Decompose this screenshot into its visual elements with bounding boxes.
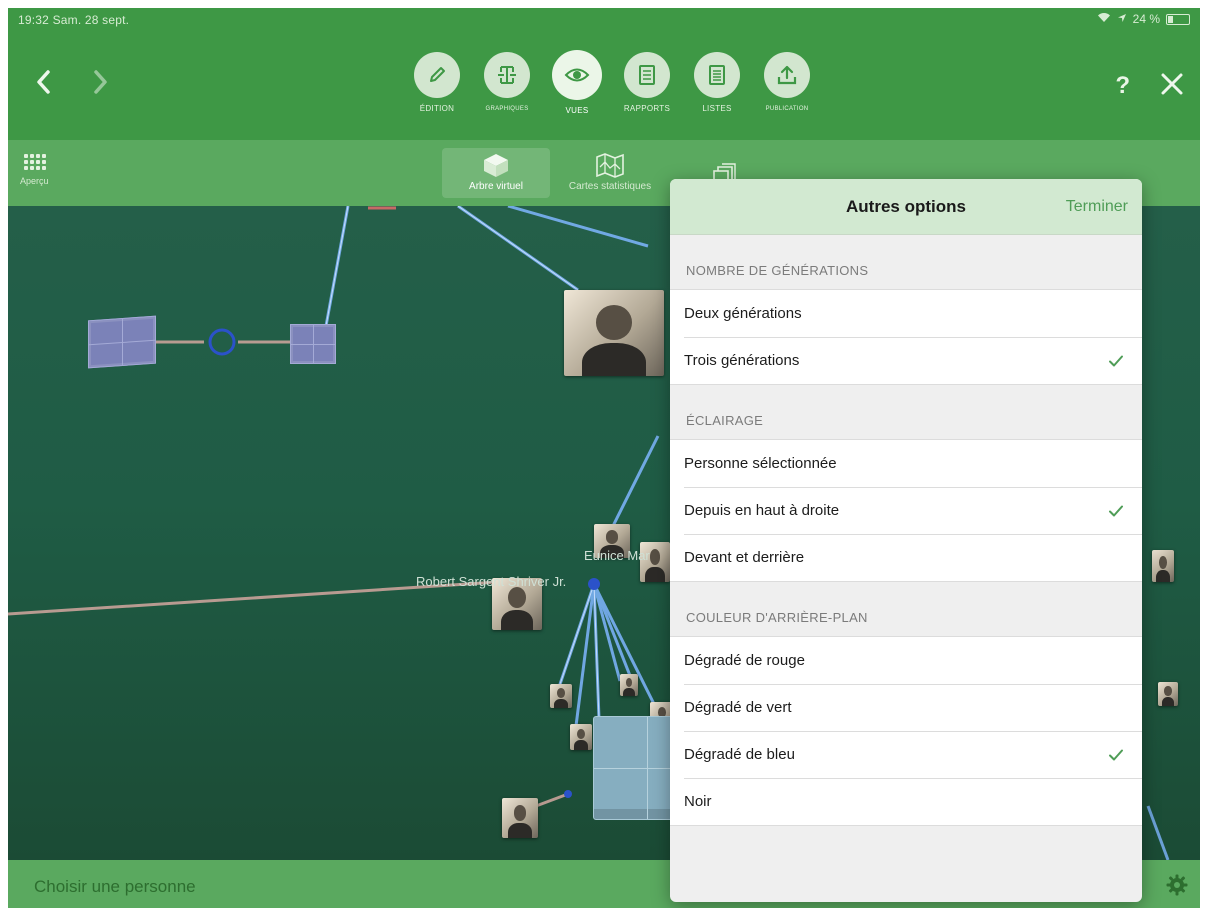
chevron-left-icon <box>37 70 50 94</box>
tab-arbre-virtuel[interactable]: Arbre virtuel <box>442 148 550 198</box>
mode-label: GRAPHIQUES <box>485 106 529 112</box>
popover-header: Autres options Terminer <box>670 179 1142 235</box>
options-popover: Autres options Terminer NOMBRE DE GÉNÉRA… <box>670 179 1142 902</box>
person-node[interactable] <box>88 315 156 369</box>
apercu-label: Aperçu <box>20 176 49 186</box>
list-icon <box>709 65 725 85</box>
mode-label: VUES <box>565 106 589 115</box>
option-label: Deux générations <box>684 305 802 322</box>
help-button[interactable]: ? <box>1115 72 1130 100</box>
option-label: Dégradé de bleu <box>684 746 795 763</box>
option-label: Dégradé de rouge <box>684 652 805 669</box>
status-time: 19:32 Sam. 28 sept. <box>18 13 130 27</box>
person-photo[interactable] <box>502 798 538 838</box>
mode-graphiques[interactable]: GRAPHIQUES <box>478 52 536 115</box>
person-photo[interactable] <box>620 674 638 696</box>
option-label: Devant et derrière <box>684 549 805 566</box>
section-header: ÉCLAIRAGE <box>686 413 764 428</box>
tab-cartes-statistiques[interactable]: Cartes statistiques <box>554 148 666 198</box>
option-label: Personne sélectionnée <box>684 455 837 472</box>
option-row[interactable]: Devant et derrière <box>670 534 1142 581</box>
battery-icon <box>1166 13 1190 25</box>
grid-icon <box>24 154 60 170</box>
settings-button[interactable] <box>1166 874 1188 896</box>
back-button[interactable] <box>28 64 58 100</box>
option-row[interactable]: Trois générations <box>670 337 1142 384</box>
person-photo[interactable] <box>1152 550 1174 582</box>
apercu-button[interactable]: Aperçu <box>20 154 60 186</box>
option-label: Trois générations <box>684 352 800 369</box>
person-photo[interactable] <box>550 684 572 708</box>
battery-percent: 24 % <box>1132 12 1160 26</box>
option-row[interactable]: Depuis en haut à droite <box>670 487 1142 534</box>
chevron-right-icon <box>94 70 107 94</box>
person-photo[interactable] <box>570 724 592 750</box>
option-label: Depuis en haut à droite <box>684 502 840 519</box>
wifi-icon <box>1097 12 1111 26</box>
location-icon <box>1117 12 1127 26</box>
tab-label: Arbre virtuel <box>469 181 523 192</box>
option-group-generations: Deux générations Trois générations <box>670 289 1142 385</box>
option-row[interactable]: Deux générations <box>670 290 1142 337</box>
person-node[interactable] <box>290 324 336 364</box>
person-photo[interactable] <box>1158 682 1178 706</box>
upload-icon <box>777 65 797 85</box>
mode-listes[interactable]: LISTES <box>688 52 746 115</box>
option-row[interactable]: Noir <box>670 778 1142 825</box>
mode-label: LISTES <box>702 104 732 113</box>
person-label[interactable]: Robert Sargent Shriver Jr. <box>416 574 566 589</box>
map-icon <box>596 153 624 178</box>
chart-icon <box>498 66 516 84</box>
option-group-lighting: Personne sélectionnée Depuis en haut à d… <box>670 439 1142 582</box>
option-row[interactable]: Dégradé de vert <box>670 684 1142 731</box>
mode-rapports[interactable]: RAPPORTS <box>618 52 676 115</box>
mode-edition[interactable]: ÉDITION <box>408 52 466 115</box>
popover-title: Autres options <box>846 196 966 216</box>
option-row[interactable]: Personne sélectionnée <box>670 440 1142 487</box>
cube-icon <box>484 154 508 177</box>
status-bar: 19:32 Sam. 28 sept. 24 % <box>8 8 1200 32</box>
section-header: COULEUR D'ARRIÈRE-PLAN <box>686 610 868 625</box>
pencil-icon <box>430 67 445 82</box>
mode-label: RAPPORTS <box>623 104 671 113</box>
main-toolbar: ÉDITION GRAPHIQUES VUES RAPPORTS LISTES … <box>8 32 1200 140</box>
done-button[interactable]: Terminer <box>1066 198 1128 216</box>
close-button[interactable] <box>1156 68 1188 100</box>
mode-label: PUBLICATION <box>765 106 809 112</box>
option-label: Dégradé de vert <box>684 699 792 716</box>
choose-person-button[interactable]: Choisir une personne <box>34 877 196 897</box>
close-icon <box>1161 73 1183 95</box>
mode-switcher: ÉDITION GRAPHIQUES VUES RAPPORTS LISTES … <box>408 50 816 115</box>
document-icon <box>639 65 655 85</box>
option-group-background: Dégradé de rouge Dégradé de vert Dégradé… <box>670 636 1142 826</box>
checkmark-icon <box>1109 505 1123 516</box>
section-header: NOMBRE DE GÉNÉRATIONS <box>686 263 869 278</box>
forward-button[interactable] <box>86 64 116 100</box>
eye-icon <box>564 68 590 82</box>
tab-label: Cartes statistiques <box>568 181 652 192</box>
checkmark-icon <box>1109 355 1123 366</box>
option-label: Noir <box>684 793 712 810</box>
mode-publication[interactable]: PUBLICATION <box>758 52 816 115</box>
person-label[interactable]: Eunice Mar <box>584 548 650 563</box>
checkmark-icon <box>1109 749 1123 760</box>
app-window: 19:32 Sam. 28 sept. 24 % ÉDITION GRAPHIQ… <box>8 8 1200 908</box>
gear-icon <box>1166 874 1188 896</box>
mode-vues[interactable]: VUES <box>548 50 606 115</box>
option-row[interactable]: Dégradé de rouge <box>670 637 1142 684</box>
option-row[interactable]: Dégradé de bleu <box>670 731 1142 778</box>
mode-label: ÉDITION <box>419 104 455 113</box>
status-indicators: 24 % <box>1097 12 1190 26</box>
person-photo[interactable] <box>564 290 664 376</box>
